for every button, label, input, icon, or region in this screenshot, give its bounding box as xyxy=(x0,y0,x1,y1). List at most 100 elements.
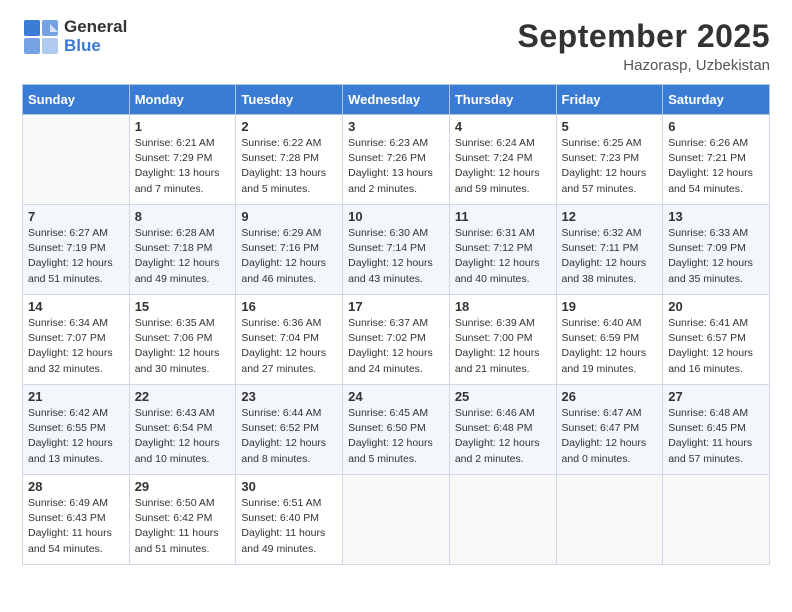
day-info: Sunrise: 6:26 AMSunset: 7:21 PMDaylight:… xyxy=(668,136,764,197)
header-monday: Monday xyxy=(129,85,236,115)
day-info: Sunrise: 6:37 AMSunset: 7:02 PMDaylight:… xyxy=(348,316,444,377)
day-info: Sunrise: 6:44 AMSunset: 6:52 PMDaylight:… xyxy=(241,406,337,467)
calendar-day-cell: 2 Sunrise: 6:22 AMSunset: 7:28 PMDaylight… xyxy=(236,115,343,205)
calendar-location: Hazorasp, Uzbekistan xyxy=(518,57,770,74)
calendar-day-cell: 14 Sunrise: 6:34 AMSunset: 7:07 PMDayligh… xyxy=(23,295,130,385)
calendar-body: 1 Sunrise: 6:21 AMSunset: 7:29 PMDaylight… xyxy=(23,115,770,565)
calendar-day-cell: 29 Sunrise: 6:50 AMSunset: 6:42 PMDayligh… xyxy=(129,475,236,565)
day-info: Sunrise: 6:40 AMSunset: 6:59 PMDaylight:… xyxy=(562,316,658,377)
day-number: 15 xyxy=(135,299,231,314)
day-info: Sunrise: 6:21 AMSunset: 7:29 PMDaylight:… xyxy=(135,136,231,197)
day-info: Sunrise: 6:32 AMSunset: 7:11 PMDaylight:… xyxy=(562,226,658,287)
day-number: 11 xyxy=(455,209,551,224)
day-number: 29 xyxy=(135,479,231,494)
calendar-day-cell xyxy=(23,115,130,205)
calendar-day-cell: 9 Sunrise: 6:29 AMSunset: 7:16 PMDaylight… xyxy=(236,205,343,295)
calendar-week-row: 14 Sunrise: 6:34 AMSunset: 7:07 PMDayligh… xyxy=(23,295,770,385)
calendar-day-cell: 23 Sunrise: 6:44 AMSunset: 6:52 PMDayligh… xyxy=(236,385,343,475)
calendar-week-row: 28 Sunrise: 6:49 AMSunset: 6:43 PMDayligh… xyxy=(23,475,770,565)
day-number: 14 xyxy=(28,299,124,314)
day-number: 24 xyxy=(348,389,444,404)
day-number: 23 xyxy=(241,389,337,404)
day-info: Sunrise: 6:35 AMSunset: 7:06 PMDaylight:… xyxy=(135,316,231,377)
calendar-day-cell: 22 Sunrise: 6:43 AMSunset: 6:54 PMDayligh… xyxy=(129,385,236,475)
calendar-week-row: 7Sunrise: 6:27 AMSunset: 7:19 PMDaylight… xyxy=(23,205,770,295)
day-number: 26 xyxy=(562,389,658,404)
logo-text: General Blue xyxy=(64,18,127,55)
header-sunday: Sunday xyxy=(23,85,130,115)
day-number: 6 xyxy=(668,119,764,134)
weekday-header-row: Sunday Monday Tuesday Wednesday Thursday… xyxy=(23,85,770,115)
day-info: Sunrise: 6:49 AMSunset: 6:43 PMDaylight:… xyxy=(28,496,124,557)
day-info: Sunrise: 6:43 AMSunset: 6:54 PMDaylight:… xyxy=(135,406,231,467)
day-number: 4 xyxy=(455,119,551,134)
calendar-day-cell xyxy=(556,475,663,565)
calendar-day-cell: 8Sunrise: 6:28 AMSunset: 7:18 PMDaylight… xyxy=(129,205,236,295)
day-number: 17 xyxy=(348,299,444,314)
day-number: 10 xyxy=(348,209,444,224)
day-number: 2 xyxy=(241,119,337,134)
day-info: Sunrise: 6:42 AMSunset: 6:55 PMDaylight:… xyxy=(28,406,124,467)
day-number: 25 xyxy=(455,389,551,404)
day-number: 22 xyxy=(135,389,231,404)
calendar-day-cell: 3Sunrise: 6:23 AMSunset: 7:26 PMDaylight… xyxy=(343,115,450,205)
calendar-day-cell: 6 Sunrise: 6:26 AMSunset: 7:21 PMDaylight… xyxy=(663,115,770,205)
header-saturday: Saturday xyxy=(663,85,770,115)
logo-icon xyxy=(22,18,60,56)
calendar-day-cell: 1 Sunrise: 6:21 AMSunset: 7:29 PMDaylight… xyxy=(129,115,236,205)
calendar-day-cell: 19 Sunrise: 6:40 AMSunset: 6:59 PMDayligh… xyxy=(556,295,663,385)
day-info: Sunrise: 6:50 AMSunset: 6:42 PMDaylight:… xyxy=(135,496,231,557)
day-info: Sunrise: 6:36 AMSunset: 7:04 PMDaylight:… xyxy=(241,316,337,377)
day-info: Sunrise: 6:24 AMSunset: 7:24 PMDaylight:… xyxy=(455,136,551,197)
day-info: Sunrise: 6:22 AMSunset: 7:28 PMDaylight:… xyxy=(241,136,337,197)
calendar-day-cell: 13 Sunrise: 6:33 AMSunset: 7:09 PMDayligh… xyxy=(663,205,770,295)
calendar-day-cell: 12 Sunrise: 6:32 AMSunset: 7:11 PMDayligh… xyxy=(556,205,663,295)
day-number: 1 xyxy=(135,119,231,134)
logo: General Blue xyxy=(22,18,127,56)
day-info: Sunrise: 6:48 AMSunset: 6:45 PMDaylight:… xyxy=(668,406,764,467)
header: General Blue September 2025 Hazorasp, Uz… xyxy=(22,18,770,74)
day-number: 3 xyxy=(348,119,444,134)
calendar-day-cell: 21Sunrise: 6:42 AMSunset: 6:55 PMDayligh… xyxy=(23,385,130,475)
day-number: 30 xyxy=(241,479,337,494)
day-info: Sunrise: 6:46 AMSunset: 6:48 PMDaylight:… xyxy=(455,406,551,467)
logo-general: General xyxy=(64,17,127,36)
day-info: Sunrise: 6:51 AMSunset: 6:40 PMDaylight:… xyxy=(241,496,337,557)
day-info: Sunrise: 6:34 AMSunset: 7:07 PMDaylight:… xyxy=(28,316,124,377)
day-number: 19 xyxy=(562,299,658,314)
header-friday: Friday xyxy=(556,85,663,115)
calendar-day-cell: 26Sunrise: 6:47 AMSunset: 6:47 PMDayligh… xyxy=(556,385,663,475)
calendar-day-cell: 10 Sunrise: 6:30 AMSunset: 7:14 PMDayligh… xyxy=(343,205,450,295)
day-info: Sunrise: 6:39 AMSunset: 7:00 PMDaylight:… xyxy=(455,316,551,377)
day-info: Sunrise: 6:29 AMSunset: 7:16 PMDaylight:… xyxy=(241,226,337,287)
calendar-day-cell: 4 Sunrise: 6:24 AMSunset: 7:24 PMDaylight… xyxy=(449,115,556,205)
calendar-title: September 2025 xyxy=(518,18,770,55)
day-info: Sunrise: 6:28 AMSunset: 7:18 PMDaylight:… xyxy=(135,226,231,287)
day-info: Sunrise: 6:30 AMSunset: 7:14 PMDaylight:… xyxy=(348,226,444,287)
title-block: September 2025 Hazorasp, Uzbekistan xyxy=(518,18,770,74)
calendar-day-cell: 16Sunrise: 6:36 AMSunset: 7:04 PMDayligh… xyxy=(236,295,343,385)
header-wednesday: Wednesday xyxy=(343,85,450,115)
day-number: 12 xyxy=(562,209,658,224)
day-number: 28 xyxy=(28,479,124,494)
calendar-day-cell: 5 Sunrise: 6:25 AMSunset: 7:23 PMDaylight… xyxy=(556,115,663,205)
day-info: Sunrise: 6:33 AMSunset: 7:09 PMDaylight:… xyxy=(668,226,764,287)
day-info: Sunrise: 6:25 AMSunset: 7:23 PMDaylight:… xyxy=(562,136,658,197)
calendar-week-row: 21Sunrise: 6:42 AMSunset: 6:55 PMDayligh… xyxy=(23,385,770,475)
day-number: 13 xyxy=(668,209,764,224)
calendar-day-cell: 20Sunrise: 6:41 AMSunset: 6:57 PMDayligh… xyxy=(663,295,770,385)
day-number: 5 xyxy=(562,119,658,134)
calendar-day-cell: 17 Sunrise: 6:37 AMSunset: 7:02 PMDayligh… xyxy=(343,295,450,385)
header-thursday: Thursday xyxy=(449,85,556,115)
calendar-day-cell: 30 Sunrise: 6:51 AMSunset: 6:40 PMDayligh… xyxy=(236,475,343,565)
day-info: Sunrise: 6:41 AMSunset: 6:57 PMDaylight:… xyxy=(668,316,764,377)
calendar-day-cell: 27Sunrise: 6:48 AMSunset: 6:45 PMDayligh… xyxy=(663,385,770,475)
calendar-day-cell: 24 Sunrise: 6:45 AMSunset: 6:50 PMDayligh… xyxy=(343,385,450,475)
calendar-day-cell: 11Sunrise: 6:31 AMSunset: 7:12 PMDayligh… xyxy=(449,205,556,295)
header-tuesday: Tuesday xyxy=(236,85,343,115)
calendar-day-cell xyxy=(663,475,770,565)
day-info: Sunrise: 6:45 AMSunset: 6:50 PMDaylight:… xyxy=(348,406,444,467)
day-number: 9 xyxy=(241,209,337,224)
calendar-day-cell: 15 Sunrise: 6:35 AMSunset: 7:06 PMDayligh… xyxy=(129,295,236,385)
calendar-day-cell xyxy=(449,475,556,565)
